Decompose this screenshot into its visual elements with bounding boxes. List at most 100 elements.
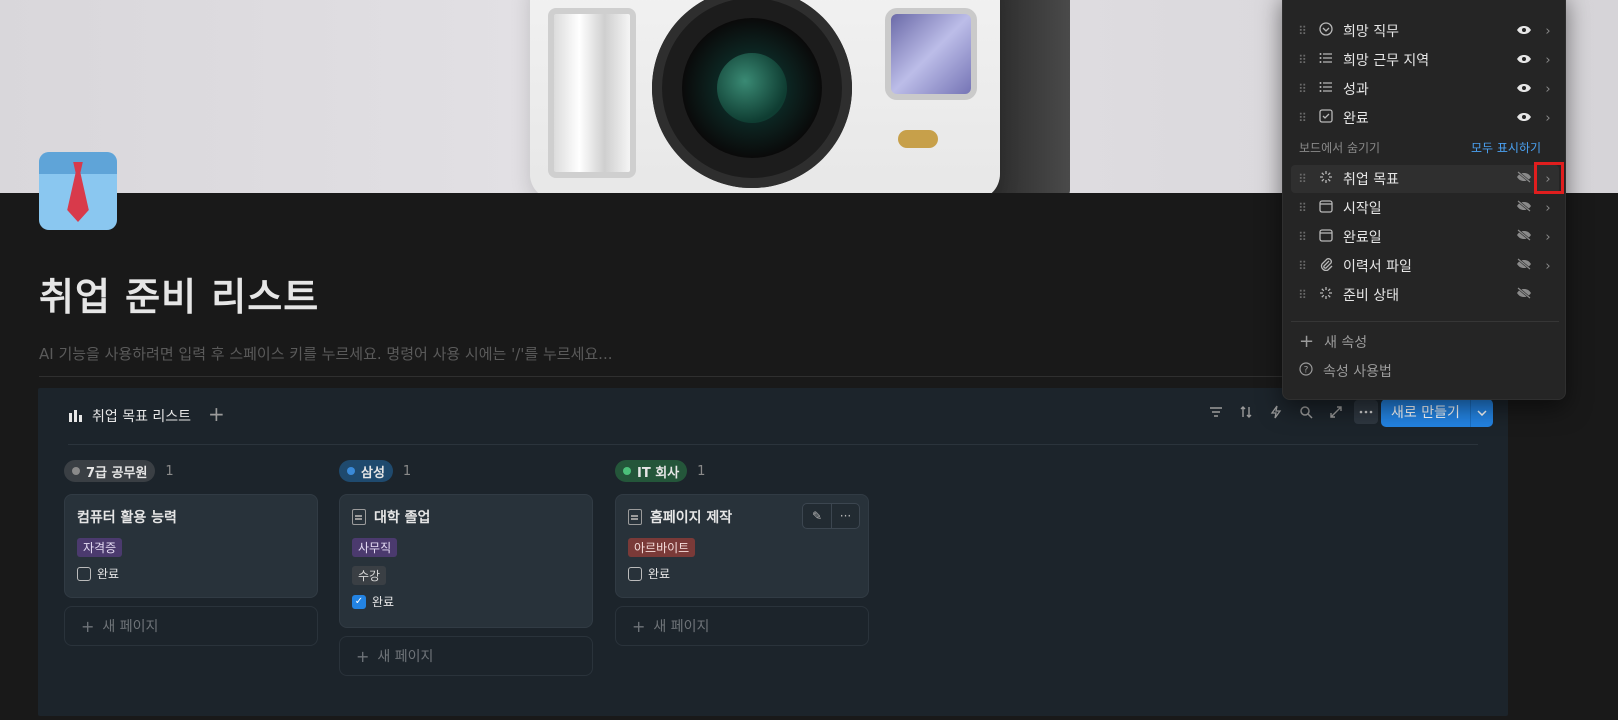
chevron-down-icon[interactable] bbox=[1471, 399, 1493, 427]
group-tag[interactable]: 7급 공무원 bbox=[64, 460, 156, 482]
chevron-right-icon[interactable]: › bbox=[1537, 53, 1559, 68]
edit-pencil-icon[interactable]: ✎ bbox=[803, 504, 831, 528]
drag-handle-icon[interactable]: ⠿ bbox=[1291, 82, 1313, 96]
column-header[interactable]: IT 회사 1 bbox=[615, 458, 870, 484]
show-all-link[interactable]: 모두 표시하기 bbox=[1471, 139, 1541, 156]
checkbox-icon[interactable] bbox=[628, 566, 642, 581]
property-row[interactable]: ⠿ 희망 근무 지역 › bbox=[1291, 46, 1559, 74]
drag-handle-icon[interactable]: ⠿ bbox=[1291, 230, 1313, 244]
eye-icon[interactable] bbox=[1511, 110, 1537, 126]
chevron-right-icon[interactable]: › bbox=[1537, 24, 1559, 39]
drag-handle-icon[interactable]: ⠿ bbox=[1291, 172, 1313, 186]
paperclip-icon bbox=[1313, 257, 1339, 275]
filter-icon[interactable] bbox=[1204, 400, 1228, 424]
status-icon bbox=[1313, 170, 1339, 188]
chevron-right-icon[interactable]: › bbox=[1537, 201, 1559, 216]
more-options-icon[interactable] bbox=[1354, 400, 1378, 424]
eye-off-icon[interactable] bbox=[1511, 287, 1537, 303]
group-tag[interactable]: IT 회사 bbox=[615, 460, 688, 482]
property-label: 완료 bbox=[1343, 111, 1369, 127]
eye-off-icon[interactable] bbox=[1511, 229, 1537, 245]
sort-icon[interactable] bbox=[1234, 400, 1258, 424]
card-tag: 수강 bbox=[352, 566, 387, 585]
ai-placeholder-text[interactable]: AI 기능을 사용하려면 입력 후 스페이스 키를 누르세요. 명령어 사용 시… bbox=[39, 343, 612, 364]
new-item-button[interactable]: 새로 만들기 bbox=[1381, 399, 1493, 427]
board-column: 삼성 1 대학 졸업 사무직 수강 ✓ 완료 + 새 페이지 bbox=[339, 458, 594, 676]
drag-handle-icon[interactable]: ⠿ bbox=[1291, 111, 1313, 125]
property-label: 시작일 bbox=[1343, 201, 1382, 217]
group-label: 7급 공무원 bbox=[86, 465, 148, 481]
board-view-icon bbox=[69, 410, 82, 422]
board-card[interactable]: 홈페이지 제작 아르바이트 완료 ✎ ··· bbox=[615, 494, 869, 598]
property-row[interactable]: ⠿ 완료일 › bbox=[1291, 223, 1559, 251]
eye-icon[interactable] bbox=[1511, 81, 1537, 97]
checkbox-checked-icon[interactable]: ✓ bbox=[352, 594, 366, 609]
more-icon[interactable]: ··· bbox=[831, 504, 859, 528]
group-count: 1 bbox=[402, 463, 412, 479]
card-hover-actions: ✎ ··· bbox=[802, 503, 860, 529]
eye-off-icon[interactable] bbox=[1511, 200, 1537, 216]
eye-off-icon[interactable] bbox=[1511, 258, 1537, 274]
drag-handle-icon[interactable]: ⠿ bbox=[1291, 24, 1313, 38]
search-icon[interactable] bbox=[1294, 400, 1318, 424]
column-header[interactable]: 삼성 1 bbox=[339, 458, 594, 484]
property-help-link[interactable]: ? 속성 사용법 bbox=[1299, 361, 1392, 381]
new-property-button[interactable]: + 새 속성 bbox=[1299, 331, 1367, 352]
eye-icon[interactable] bbox=[1511, 52, 1537, 68]
list-icon bbox=[1313, 81, 1339, 97]
new-page-button[interactable]: + 새 페이지 bbox=[339, 636, 593, 676]
property-row[interactable]: ⠿ 희망 직무 › bbox=[1291, 17, 1559, 45]
board-card[interactable]: 컴퓨터 활용 능력 자격증 완료 bbox=[64, 494, 318, 598]
column-header[interactable]: 7급 공무원 1 bbox=[64, 458, 319, 484]
chevron-right-icon[interactable]: › bbox=[1537, 259, 1559, 274]
hidden-section-label: 보드에서 숨기기 bbox=[1299, 141, 1381, 155]
group-dot-icon bbox=[623, 467, 631, 475]
page-icon-necktie[interactable] bbox=[39, 152, 117, 230]
property-row[interactable]: ⠿ 이력서 파일 › bbox=[1291, 252, 1559, 280]
chevron-right-icon[interactable]: › bbox=[1537, 111, 1559, 126]
view-name: 취업 목표 리스트 bbox=[92, 409, 192, 425]
chevron-right-icon[interactable]: › bbox=[1537, 230, 1559, 245]
property-row[interactable]: ⠿ 완료 › bbox=[1291, 104, 1559, 132]
checkbox-icon bbox=[1313, 109, 1339, 127]
group-label: 삼성 bbox=[361, 465, 385, 481]
property-label: 희망 근무 지역 bbox=[1343, 53, 1430, 69]
card-title-text: 대학 졸업 bbox=[374, 510, 431, 526]
drag-handle-icon[interactable]: ⠿ bbox=[1291, 259, 1313, 273]
page-title[interactable]: 취업 준비 리스트 bbox=[39, 266, 319, 321]
new-page-label: 새 페이지 bbox=[377, 649, 434, 665]
eye-icon[interactable] bbox=[1511, 23, 1537, 39]
group-tag[interactable]: 삼성 bbox=[339, 460, 393, 482]
board-card[interactable]: 대학 졸업 사무직 수강 ✓ 완료 bbox=[339, 494, 593, 628]
drag-handle-icon[interactable]: ⠿ bbox=[1291, 53, 1313, 67]
group-count: 1 bbox=[697, 463, 706, 479]
new-page-button[interactable]: + 새 페이지 bbox=[615, 606, 869, 646]
drag-handle-icon[interactable]: ⠿ bbox=[1291, 288, 1313, 302]
property-row[interactable]: ⠿ 준비 상태 › bbox=[1291, 281, 1559, 309]
checkbox-icon[interactable] bbox=[77, 566, 91, 581]
property-row[interactable]: ⠿ 시작일 › bbox=[1291, 194, 1559, 222]
card-title-text: 홈페이지 제작 bbox=[650, 510, 733, 526]
calendar-icon bbox=[1313, 199, 1339, 217]
property-row[interactable]: ⠿ 취업 목표 › bbox=[1291, 165, 1559, 193]
automation-lightning-icon[interactable] bbox=[1264, 400, 1288, 424]
drag-handle-icon[interactable]: ⠿ bbox=[1291, 201, 1313, 215]
property-visibility-menu: ⠿ 희망 직무 › ⠿ 희망 근무 지역 › ⠿ 성과 › ⠿ 완료 › 보드에… bbox=[1282, 0, 1566, 400]
new-item-label[interactable]: 새로 만들기 bbox=[1381, 399, 1471, 427]
property-row[interactable]: ⠿ 성과 › bbox=[1291, 75, 1559, 103]
chevron-right-icon[interactable]: › bbox=[1537, 82, 1559, 97]
view-tab[interactable]: 취업 목표 리스트 bbox=[68, 406, 191, 426]
property-label: 성과 bbox=[1343, 82, 1369, 98]
expand-icon[interactable] bbox=[1324, 400, 1348, 424]
card-title-text: 컴퓨터 활용 능력 bbox=[77, 510, 177, 526]
new-page-label: 새 페이지 bbox=[102, 619, 159, 635]
new-page-label: 새 페이지 bbox=[653, 619, 710, 635]
add-view-button[interactable]: + bbox=[208, 402, 225, 426]
property-label: 취업 목표 bbox=[1343, 172, 1399, 188]
new-page-button[interactable]: + 새 페이지 bbox=[64, 606, 318, 646]
select-icon bbox=[1313, 22, 1339, 40]
plus-icon: + bbox=[356, 646, 370, 666]
new-property-label: 새 속성 bbox=[1324, 334, 1368, 351]
property-label: 준비 상태 bbox=[1343, 288, 1399, 304]
status-icon bbox=[1313, 286, 1339, 304]
